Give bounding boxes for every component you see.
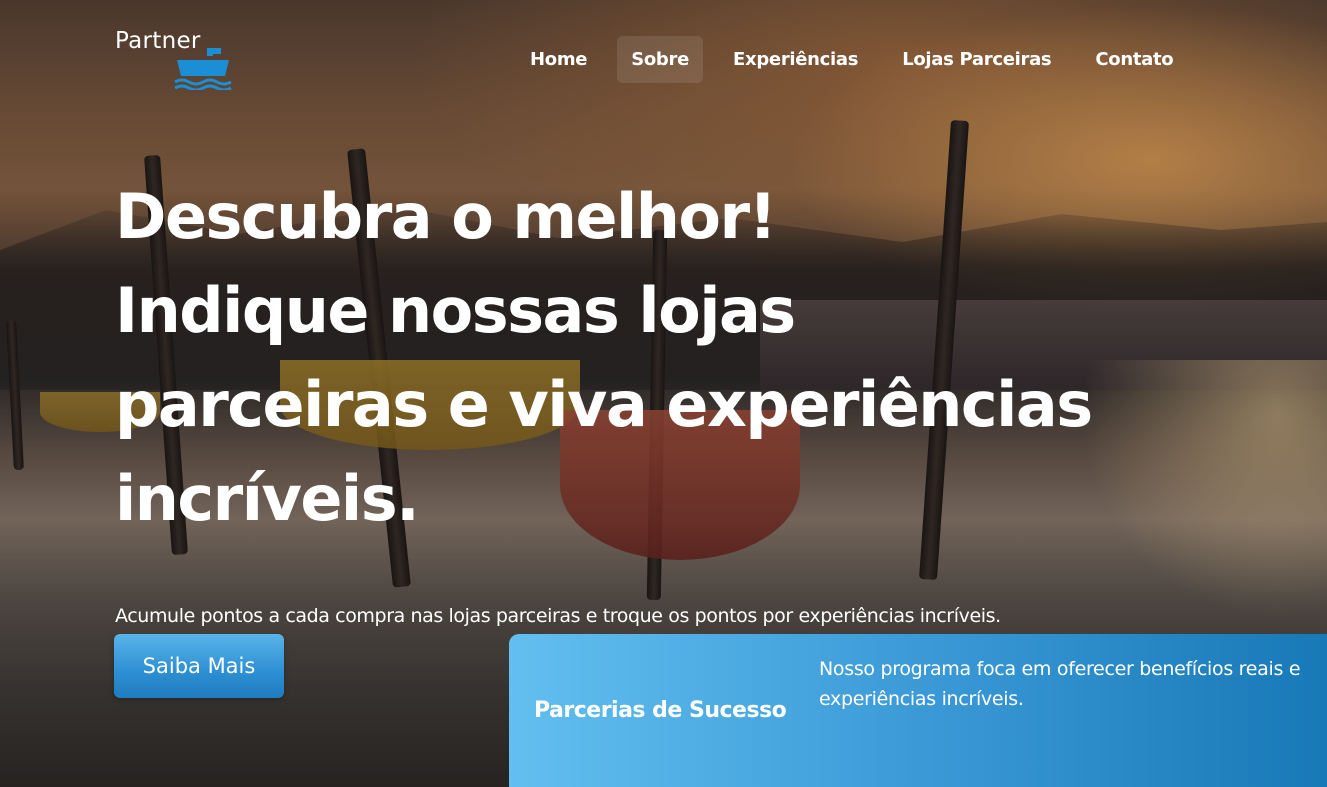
hero-headline-line: Indique nossas lojas: [115, 274, 796, 347]
ship-icon: [174, 40, 232, 90]
hero-headline-line: Descubra o melhor!: [115, 180, 777, 253]
hero-headline-line: incríveis.: [115, 462, 420, 535]
hero-subtext: Acumule pontos a cada compra nas lojas p…: [115, 605, 1001, 627]
partnership-card: Parcerias de Sucesso Nosso programa foca…: [509, 634, 1327, 787]
main-nav: Home Sobre Experiências Lojas Parceiras …: [516, 36, 1203, 83]
logo[interactable]: Partner: [115, 28, 245, 92]
nav-lojas-parceiras[interactable]: Lojas Parceiras: [888, 36, 1065, 83]
nav-sobre[interactable]: Sobre: [617, 36, 704, 83]
card-text: Nosso programa foca em oferecer benefíci…: [819, 658, 1301, 710]
hero-section: Partner Home Sobre Experiências Lojas Pa…: [0, 0, 1327, 787]
card-title: Parcerias de Sucesso: [534, 698, 787, 723]
saiba-mais-button[interactable]: Saiba Mais: [114, 634, 284, 698]
hero-headline-line: parceiras e viva experiências: [115, 368, 1093, 441]
nav-contato[interactable]: Contato: [1081, 36, 1187, 83]
nav-home[interactable]: Home: [516, 36, 601, 83]
nav-experiencias[interactable]: Experiências: [719, 36, 872, 83]
hero-headline: Descubra o melhor! Indique nossas lojas …: [115, 170, 1215, 546]
